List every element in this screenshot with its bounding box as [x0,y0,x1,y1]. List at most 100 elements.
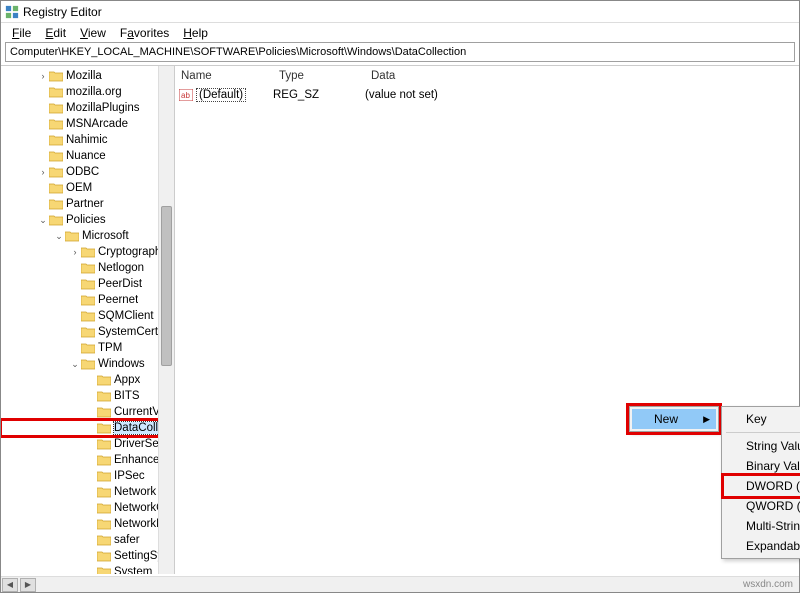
expand-icon[interactable]: › [37,71,49,81]
tree-item[interactable]: ›Cryptography [1,244,174,260]
context-submenu-new[interactable]: Key String Value Binary Value DWORD (32-… [721,406,800,559]
ctx-qword-value[interactable]: QWORD (64-bit) Value [724,496,800,516]
tree-item-label: Nuance [66,150,106,162]
ctx-new[interactable]: New ▶ [632,409,716,429]
folder-icon [49,150,63,162]
tree-item[interactable]: EnhancedS [1,452,174,468]
folder-icon [97,502,111,514]
tree-item[interactable]: Appx [1,372,174,388]
expand-icon[interactable]: › [37,167,49,177]
tree-item-label: Peernet [98,294,138,306]
address-bar[interactable]: Computer\HKEY_LOCAL_MACHINE\SOFTWARE\Pol… [5,42,795,62]
tree-item[interactable]: MozillaPlugins [1,100,174,116]
menu-favorites[interactable]: Favorites [113,25,176,41]
tree-item[interactable]: OEM [1,180,174,196]
ctx-expandstring-value[interactable]: Expandable String Value [724,536,800,556]
folder-icon [49,70,63,82]
folder-icon [81,294,95,306]
tree-item[interactable]: SystemCertific [1,324,174,340]
tree-item-label: mozilla.org [66,86,122,98]
folder-icon [49,118,63,130]
folder-icon [97,470,111,482]
tree-item[interactable]: SettingSync [1,548,174,564]
context-menu[interactable]: New ▶ [629,406,719,432]
tree-item[interactable]: mozilla.org [1,84,174,100]
tree-item[interactable]: BITS [1,388,174,404]
hscroll-left-button[interactable]: ◀ [2,578,18,592]
hscroll-right-button[interactable]: ▶ [20,578,36,592]
tree-item[interactable]: DataCollect [1,420,174,436]
tree-item[interactable]: safer [1,532,174,548]
expand-icon[interactable]: › [69,247,81,257]
folder-icon [65,230,79,242]
folder-icon [81,342,95,354]
collapse-icon[interactable]: ⌄ [53,231,65,242]
tree-item[interactable]: NetworkPro [1,516,174,532]
tree-item[interactable]: System [1,564,174,574]
tree-item-label: Nahimic [66,134,108,146]
tree-item[interactable]: PeerDist [1,276,174,292]
value-name: (Default) [196,88,273,102]
tree-scrollbar-thumb[interactable] [161,206,172,366]
folder-icon [97,422,111,434]
tree-item[interactable]: SQMClient [1,308,174,324]
col-name[interactable]: Name [175,70,273,82]
ctx-string-value[interactable]: String Value [724,436,800,456]
menu-file[interactable]: File [5,25,38,41]
tree-item-label: MozillaPlugins [66,102,140,114]
tree-item[interactable]: ⌄Windows [1,356,174,372]
tree-item[interactable]: ⌄Microsoft [1,228,174,244]
tree-item[interactable]: DriverSearc [1,436,174,452]
tree-item[interactable]: CurrentVers [1,404,174,420]
menu-view[interactable]: View [73,25,113,41]
list-row[interactable]: ab (Default) REG_SZ (value not set) [175,86,799,103]
tree-item[interactable]: IPSec [1,468,174,484]
tree-item[interactable]: MSNArcade [1,116,174,132]
ctx-binary-value[interactable]: Binary Value [724,456,800,476]
tree-item-label: ODBC [66,166,99,178]
folder-icon [81,358,95,370]
folder-icon [97,438,111,450]
folder-icon [81,246,95,258]
tree-item-label: Mozilla [66,70,102,82]
tree-scrollbar[interactable] [158,66,174,574]
window-title: Registry Editor [23,5,102,19]
folder-icon [97,406,111,418]
tree-item[interactable]: › Mozilla [1,68,174,84]
tree-item[interactable]: TPM [1,340,174,356]
tree-item-label: OEM [66,182,92,194]
folder-icon [49,86,63,98]
registry-tree[interactable]: › Mozilla mozilla.org MozillaPlugins MSNArca… [1,66,174,574]
tree-item[interactable]: Nuance [1,148,174,164]
folder-icon [97,374,111,386]
tree-item[interactable]: Network Co [1,484,174,500]
horizontal-scrollbar[interactable]: ◀ ▶ [1,576,799,592]
tree-item[interactable]: Peernet [1,292,174,308]
collapse-icon[interactable]: ⌄ [69,359,81,370]
folder-icon [49,166,63,178]
folder-icon [97,486,111,498]
col-type[interactable]: Type [273,70,365,82]
col-data[interactable]: Data [365,70,799,82]
collapse-icon[interactable]: ⌄ [37,215,49,226]
tree-item-label: MSNArcade [66,118,128,130]
tree-item-label: BITS [114,390,140,402]
ctx-multistring-value[interactable]: Multi-String Value [724,516,800,536]
tree-item-label: PeerDist [98,278,142,290]
tree-item-label: TPM [98,342,122,354]
menu-edit[interactable]: Edit [38,25,73,41]
list-header: Name Type Data [175,66,799,86]
tree-item[interactable]: NetworkCo [1,500,174,516]
folder-icon [97,390,111,402]
folder-icon [97,454,111,466]
ctx-dword-value[interactable]: DWORD (32-bit) Value [724,476,800,496]
tree-item[interactable]: › ODBC [1,164,174,180]
tree-item[interactable]: Nahimic [1,132,174,148]
value-data: (value not set) [365,89,799,101]
folder-icon [49,198,63,210]
ctx-key[interactable]: Key [724,409,800,429]
tree-item[interactable]: ⌄Policies [1,212,174,228]
menu-help[interactable]: Help [176,25,215,41]
tree-item[interactable]: Netlogon [1,260,174,276]
tree-item[interactable]: Partner [1,196,174,212]
